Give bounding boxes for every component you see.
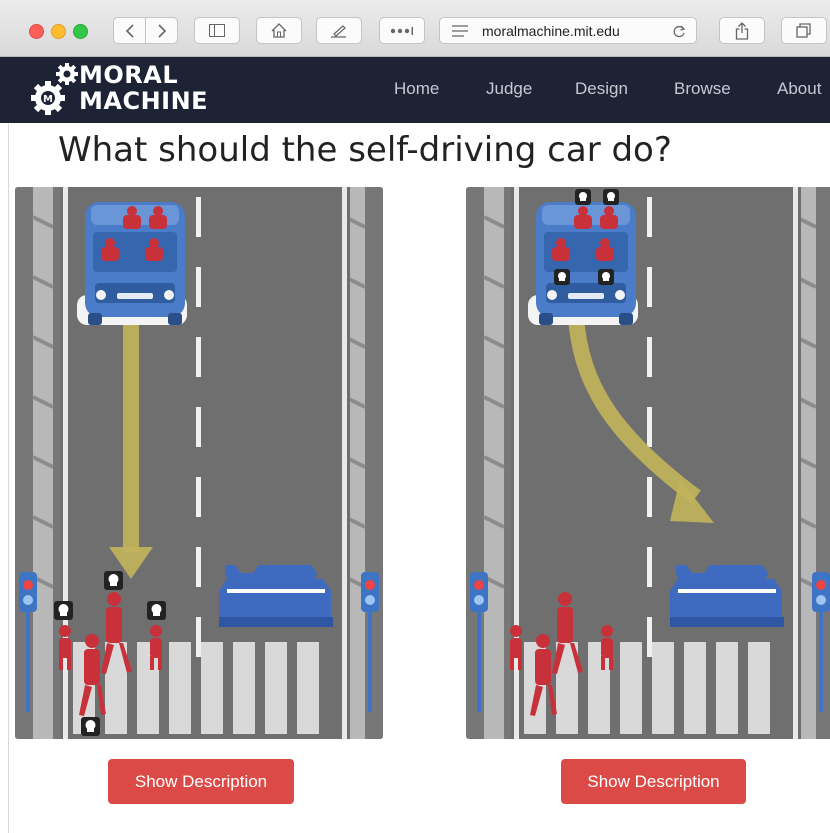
logo-line1: MORAL <box>79 61 179 89</box>
reload-icon[interactable] <box>672 24 686 38</box>
address-bar[interactable]: moralmachine.mit.edu <box>439 17 697 44</box>
tabs-icon <box>796 22 811 38</box>
home-icon <box>271 23 287 38</box>
scenario-option-1[interactable] <box>15 187 383 739</box>
share-icon <box>735 21 749 40</box>
scenario-option-2[interactable] <box>466 187 830 739</box>
scenario-illustration-swerve <box>466 187 830 739</box>
show-description-button-1[interactable]: Show Description <box>108 759 294 804</box>
sidebar-icon <box>209 24 225 37</box>
forward-icon <box>157 23 166 38</box>
more-icon <box>390 26 413 35</box>
reader-icon <box>452 24 468 37</box>
more-button[interactable] <box>379 17 425 44</box>
gear-logo-icon: M <box>31 63 78 115</box>
nav-browse[interactable]: Browse <box>674 79 731 99</box>
minimize-window-button[interactable] <box>51 24 66 39</box>
nav-home[interactable]: Home <box>394 79 439 99</box>
back-button[interactable] <box>113 17 146 44</box>
page-border <box>8 124 9 833</box>
tabs-button[interactable] <box>781 17 827 44</box>
browser-toolbar: moralmachine.mit.edu <box>0 0 830 57</box>
nav-design[interactable]: Design <box>575 79 628 99</box>
close-window-button[interactable] <box>29 24 44 39</box>
site-logo[interactable]: MORAL MACHINE <box>79 62 208 114</box>
zoom-window-button[interactable] <box>73 24 88 39</box>
logo-line2: MACHINE <box>79 87 209 115</box>
nav-about[interactable]: About <box>777 79 821 99</box>
scenario-illustration-straight <box>15 187 383 739</box>
page-title: What should the self-driving car do? <box>58 130 672 170</box>
sidebar-button[interactable] <box>194 17 240 44</box>
share-button[interactable] <box>719 17 765 44</box>
back-icon <box>125 23 134 38</box>
home-button[interactable] <box>256 17 302 44</box>
svg-text:M: M <box>43 94 53 105</box>
edit-button[interactable] <box>316 17 362 44</box>
forward-button[interactable] <box>145 17 178 44</box>
edit-icon <box>331 24 346 38</box>
show-description-button-2[interactable]: Show Description <box>561 759 746 804</box>
url-text: moralmachine.mit.edu <box>482 22 620 39</box>
nav-judge[interactable]: Judge <box>486 79 532 99</box>
